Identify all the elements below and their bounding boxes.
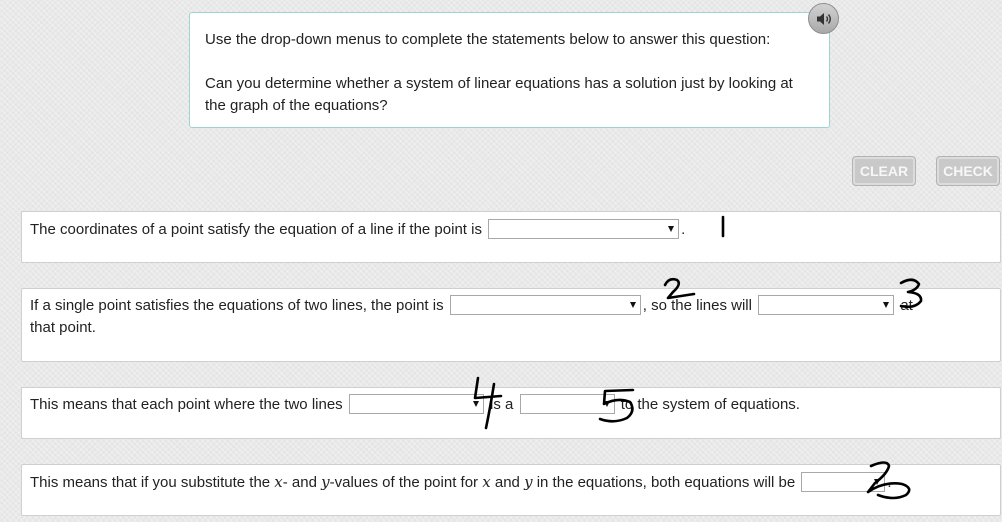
statement-4-and: and bbox=[494, 474, 520, 491]
chevron-down-icon bbox=[472, 401, 479, 408]
statement-2-middle: , so the lines will bbox=[642, 297, 752, 314]
audio-button[interactable] bbox=[808, 3, 839, 34]
question-box: Use the drop-down menus to complete the … bbox=[189, 12, 830, 128]
dropdown-2[interactable] bbox=[449, 295, 641, 316]
dropdown-5[interactable] bbox=[519, 394, 615, 415]
dropdown-4[interactable] bbox=[348, 394, 484, 415]
math-variable-y: y bbox=[321, 473, 330, 491]
chevron-down-icon bbox=[668, 226, 675, 233]
chevron-down-icon bbox=[629, 302, 636, 309]
statement-2-after: at bbox=[900, 297, 913, 314]
chevron-down-icon bbox=[874, 479, 881, 486]
chevron-down-icon bbox=[883, 302, 890, 309]
dropdown-1[interactable] bbox=[488, 219, 680, 240]
statement-3-card: This means that each point where the two… bbox=[21, 387, 1001, 439]
statement-1-card: The coordinates of a point satisfy the e… bbox=[21, 211, 1001, 263]
statement-4-text: This means that if you substitute the bbox=[30, 474, 271, 491]
statement-3-middle: is a bbox=[490, 396, 514, 413]
check-button[interactable]: CHECK bbox=[936, 156, 1000, 186]
statement-4-card: This means that if you substitute the x-… bbox=[21, 464, 1001, 516]
statement-3-after: to the system of equations. bbox=[620, 396, 800, 413]
statement-2-line2: that point. bbox=[30, 319, 96, 336]
chevron-down-icon bbox=[603, 401, 610, 408]
math-variable-x: x bbox=[482, 473, 491, 491]
statement-2-card: If a single point satisfies the equation… bbox=[21, 288, 1001, 362]
statement-3-text: This means that each point where the two… bbox=[30, 396, 343, 413]
statement-4-end: . bbox=[887, 474, 892, 491]
speaker-icon bbox=[816, 12, 831, 25]
statement-2-text: If a single point satisfies the equation… bbox=[30, 297, 444, 314]
statement-4-text-c: -values of the point for bbox=[329, 474, 479, 491]
question-prompt: Can you determine whether a system of li… bbox=[205, 75, 793, 114]
question-instruction: Use the drop-down menus to complete the … bbox=[205, 31, 771, 48]
math-variable-y: y bbox=[524, 473, 533, 491]
statement-4-text-d: in the equations, both equations will be bbox=[536, 474, 796, 491]
dropdown-6[interactable] bbox=[801, 472, 886, 493]
statement-1-end: . bbox=[681, 221, 686, 238]
statement-1-text: The coordinates of a point satisfy the e… bbox=[30, 221, 482, 238]
statement-4-text-b: - and bbox=[282, 474, 317, 491]
dropdown-3[interactable] bbox=[758, 295, 895, 316]
math-variable-x: x bbox=[274, 473, 283, 491]
clear-button[interactable]: CLEAR bbox=[852, 156, 916, 186]
